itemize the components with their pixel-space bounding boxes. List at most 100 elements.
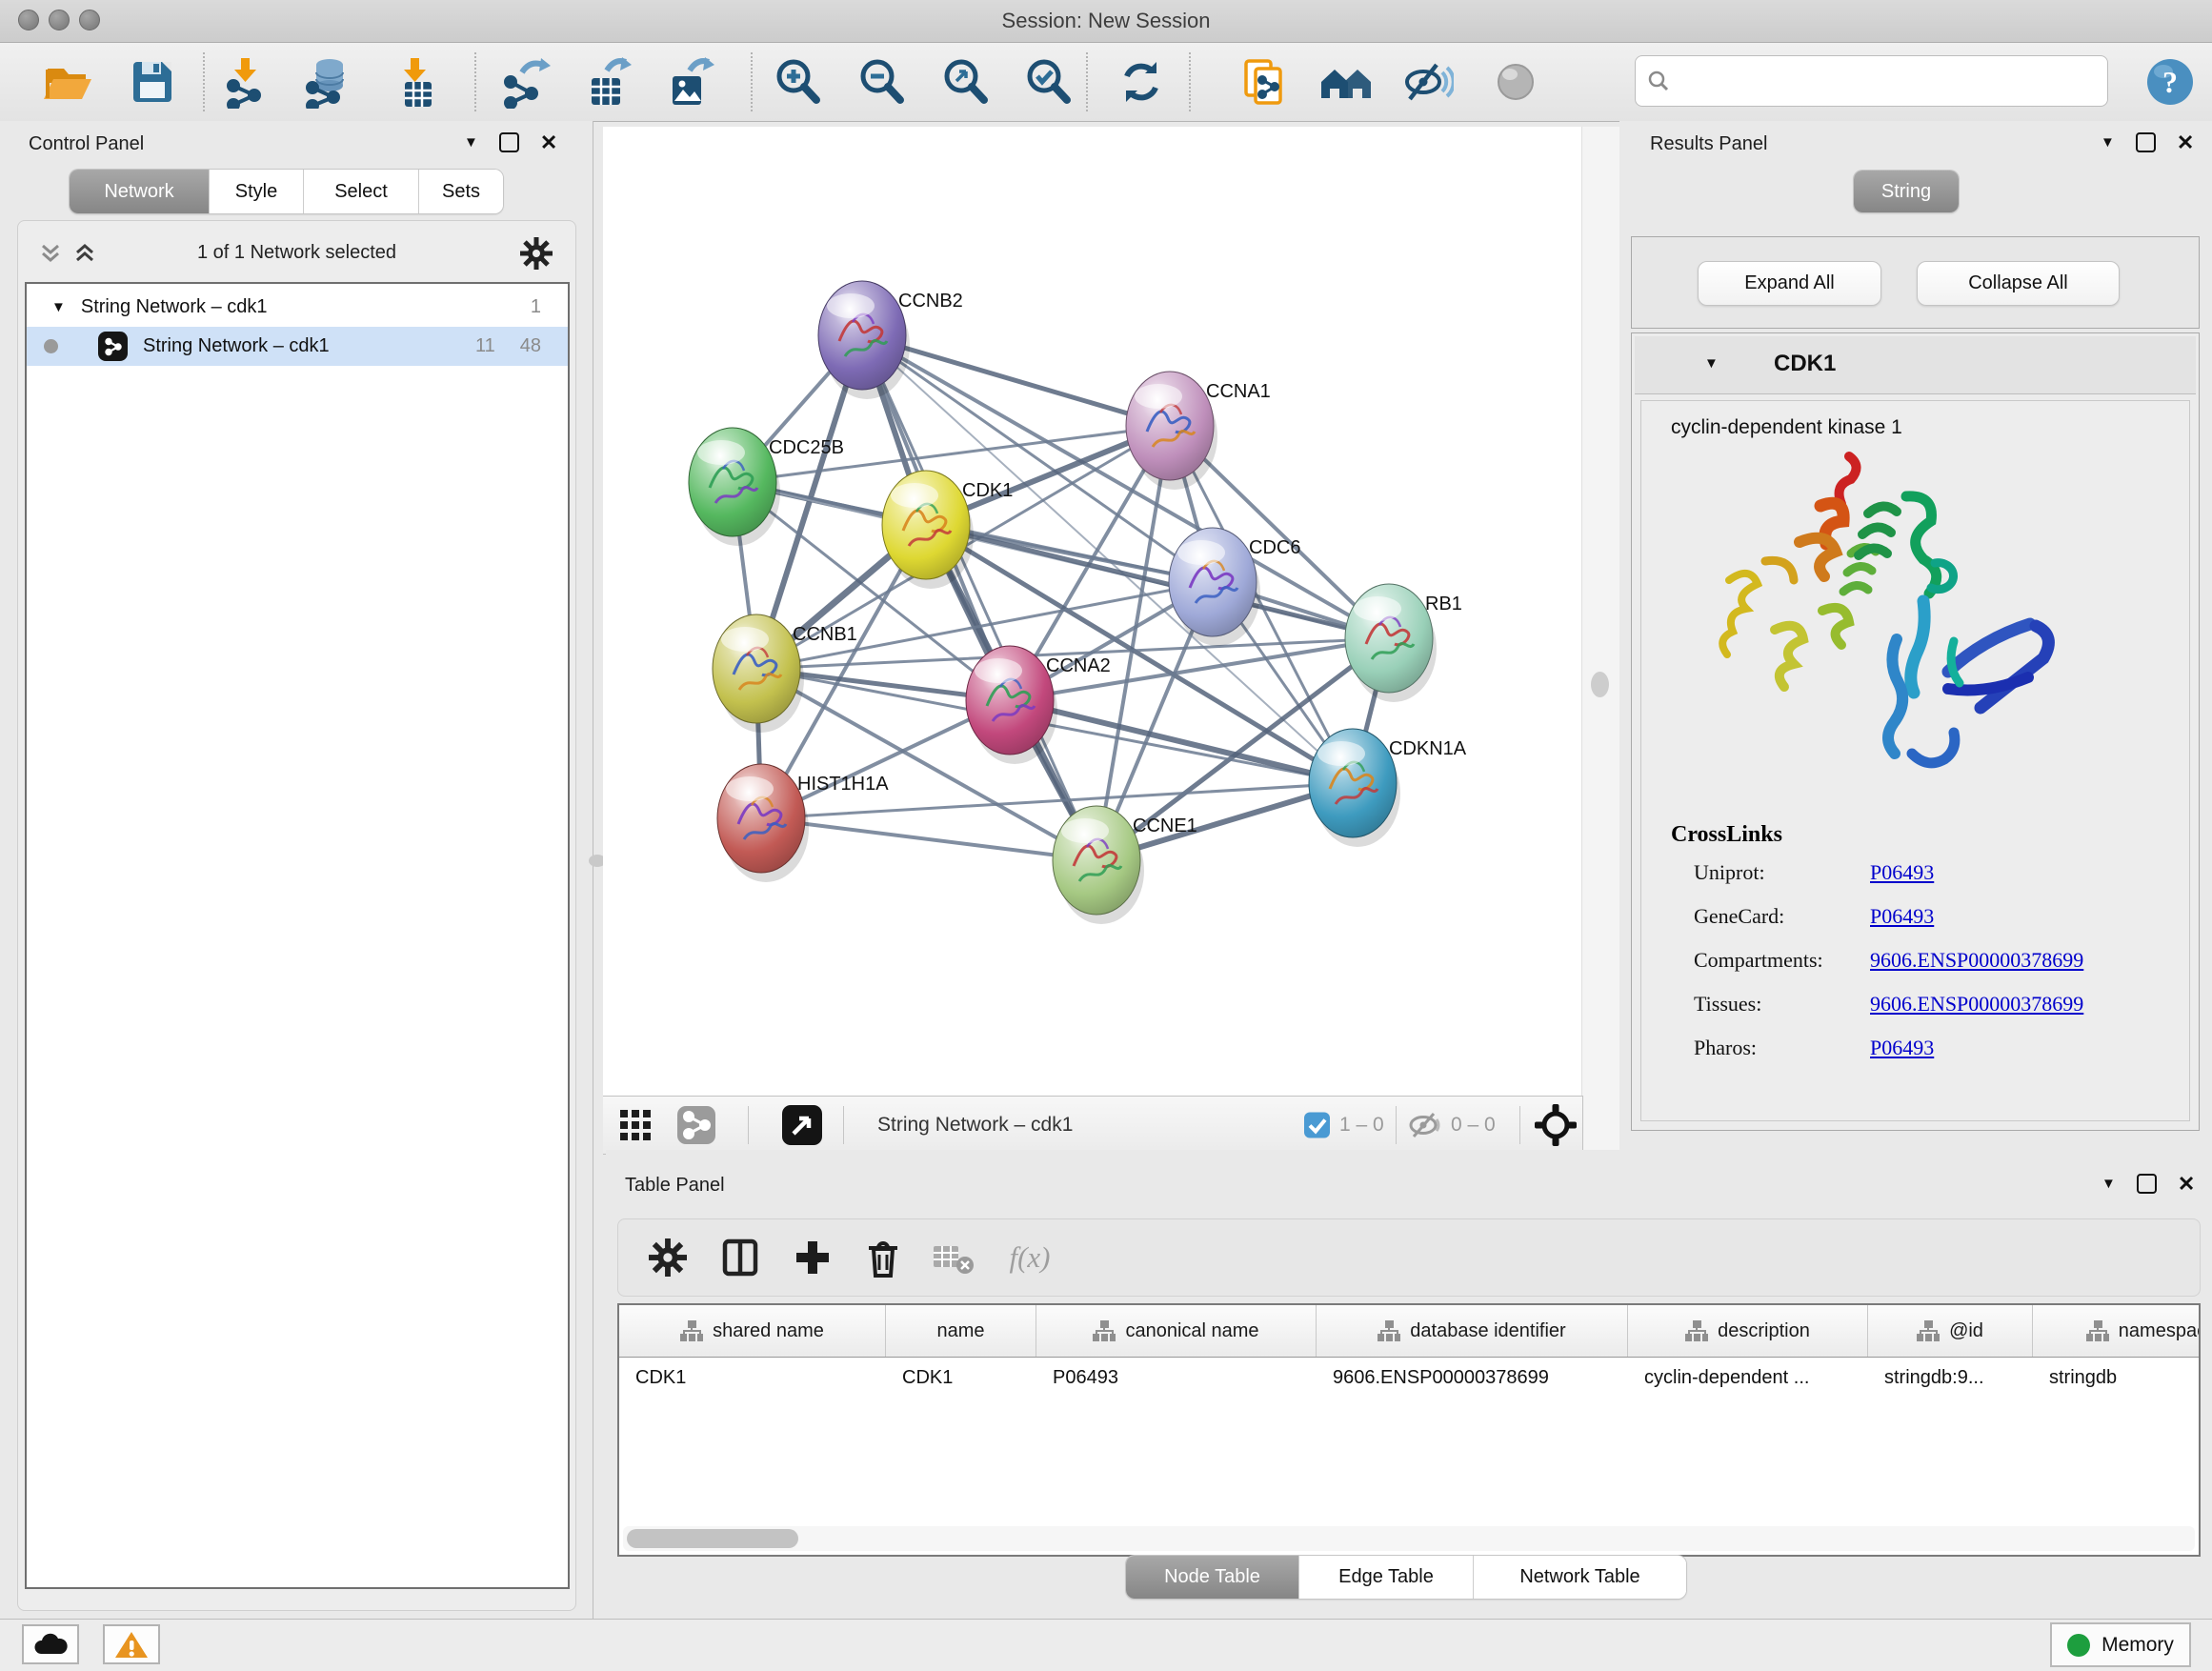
results-panel: Results Panel ▼ ✕ String Expand All Coll… (1619, 121, 2212, 1150)
crosslink-link[interactable]: P06493 (1870, 1036, 1934, 1059)
column-header--id[interactable]: @id (1868, 1305, 2033, 1357)
network-node-ccnb1[interactable] (713, 614, 804, 733)
export-table-icon[interactable] (580, 55, 633, 109)
table-cell[interactable]: CDK1 (619, 1358, 886, 1398)
network-node-cdkn1a[interactable] (1309, 729, 1400, 847)
collection-expand-icon[interactable]: ▼ (51, 299, 66, 315)
section-collapse-icon[interactable]: ▼ (1704, 355, 1719, 372)
network-results-splitter[interactable] (1581, 127, 1619, 1150)
table-horizontal-scrollbar[interactable] (623, 1526, 2195, 1551)
help-icon[interactable]: ? (2144, 56, 2196, 108)
column-header-description[interactable]: description (1628, 1305, 1868, 1357)
crosslink-link[interactable]: 9606.ENSP00000378699 (1870, 948, 2083, 972)
network-edge[interactable] (862, 335, 1096, 860)
network-collection-row[interactable]: ▼ String Network – cdk1 1 (27, 288, 568, 327)
node-section-header[interactable]: ▼ CDK1 (1635, 336, 2196, 394)
export-image-icon[interactable] (661, 55, 714, 109)
panel-float-icon[interactable] (2137, 1174, 2157, 1194)
crosslink-link[interactable]: 9606.ENSP00000378699 (1870, 992, 2083, 1016)
import-network-database-icon[interactable] (301, 55, 354, 109)
network-node-rb1[interactable] (1345, 584, 1437, 702)
crosslink-link[interactable]: P06493 (1870, 904, 1934, 928)
collection-count: 1 (531, 296, 541, 318)
splitter-handle[interactable] (1591, 672, 1609, 697)
network-canvas[interactable]: CCNB2CCNA1CDC25BCDK1CDC6RB1CCNB1CCNA2CDK… (603, 127, 1581, 1096)
network-edge[interactable] (761, 818, 1096, 860)
open-session-icon[interactable] (40, 55, 93, 109)
table-cell[interactable]: CDK1 (886, 1358, 1036, 1398)
tab-network-table[interactable]: Network Table (1474, 1556, 1686, 1599)
network-tab-body: 1 of 1 Network selected ▼ String Network… (17, 220, 576, 1611)
panel-close-icon[interactable]: ✕ (2178, 1176, 2195, 1192)
network-tree: ▼ String Network – cdk1 1 String Network… (25, 282, 570, 1589)
cloud-button[interactable] (22, 1624, 79, 1664)
crosshair-icon[interactable] (1535, 1104, 1577, 1146)
save-session-icon[interactable] (126, 55, 179, 109)
network-node-hist1h1a[interactable] (717, 764, 809, 882)
clone-network-icon[interactable] (1238, 55, 1292, 109)
network-node-ccna1[interactable] (1126, 372, 1217, 490)
tab-network[interactable]: Network (70, 170, 210, 213)
grid-view-icon[interactable] (618, 1108, 653, 1142)
tab-sets[interactable]: Sets (419, 170, 503, 213)
tab-select[interactable]: Select (304, 170, 419, 213)
table-cell[interactable]: stringdb:9... (1868, 1358, 2033, 1398)
zoom-fit-icon[interactable] (938, 55, 992, 109)
export-network-icon[interactable] (499, 55, 553, 109)
search-field[interactable] (1635, 55, 2108, 107)
tab-edge-table[interactable]: Edge Table (1299, 1556, 1474, 1599)
network-node-ccna2[interactable] (966, 646, 1057, 764)
table-cell[interactable]: stringdb (2033, 1358, 2201, 1398)
table-cell[interactable]: 9606.ENSP00000378699 (1317, 1358, 1628, 1398)
hide-eye-icon[interactable] (1400, 55, 1454, 109)
column-header-namespace[interactable]: namespace (2033, 1305, 2201, 1357)
network-node-cdk1[interactable] (882, 471, 974, 589)
network-edge[interactable] (1010, 700, 1353, 783)
show-columns-icon[interactable] (719, 1237, 761, 1278)
table-cell[interactable]: cyclin-dependent ... (1628, 1358, 1868, 1398)
import-network-file-icon[interactable] (220, 55, 273, 109)
crosslink-link[interactable]: P06493 (1870, 860, 1934, 884)
delete-column-icon[interactable] (862, 1236, 904, 1279)
share-view-icon[interactable] (677, 1106, 715, 1144)
network-node-ccne1[interactable] (1053, 806, 1144, 924)
scrollbar-thumb[interactable] (627, 1529, 798, 1548)
column-header-shared-name[interactable]: shared name (619, 1305, 886, 1357)
panel-float-icon[interactable] (499, 132, 519, 152)
import-table-file-icon[interactable] (390, 55, 443, 109)
selected-checkbox-icon[interactable] (1304, 1113, 1330, 1138)
collapse-all-button[interactable]: Collapse All (1917, 261, 2120, 306)
expand-all-button[interactable]: Expand All (1698, 261, 1881, 306)
birdseye-icon[interactable] (782, 1105, 822, 1145)
add-column-icon[interactable] (793, 1238, 833, 1278)
column-header-name[interactable]: name (886, 1305, 1036, 1357)
panel-close-icon[interactable]: ✕ (540, 134, 557, 151)
column-header-canonical-name[interactable]: canonical name (1036, 1305, 1317, 1357)
tab-string[interactable]: String (1854, 171, 1959, 212)
column-header-database-identifier[interactable]: database identifier (1317, 1305, 1628, 1357)
column-header-label: database identifier (1410, 1320, 1565, 1342)
table-cell[interactable]: P06493 (1036, 1358, 1317, 1398)
houses-icon[interactable] (1317, 55, 1375, 109)
memory-button[interactable]: Memory (2050, 1622, 2191, 1667)
panel-menu-icon[interactable]: ▼ (2101, 1176, 2116, 1192)
table-row[interactable]: CDK1CDK1P064939606.ENSP00000378699cyclin… (619, 1358, 2199, 1398)
zoom-out-icon[interactable] (855, 55, 908, 109)
panel-menu-icon[interactable]: ▼ (464, 134, 478, 151)
warning-button[interactable] (103, 1624, 160, 1664)
sphere-icon[interactable] (1489, 55, 1542, 109)
gear-icon[interactable] (520, 237, 553, 270)
tab-node-table[interactable]: Node Table (1126, 1556, 1299, 1599)
panel-close-icon[interactable]: ✕ (2177, 134, 2194, 151)
refresh-view-icon[interactable] (1115, 55, 1168, 109)
network-row[interactable]: String Network – cdk1 11 48 (27, 327, 568, 366)
network-node-ccnb2[interactable] (818, 281, 910, 399)
panel-menu-icon[interactable]: ▼ (2101, 134, 2115, 151)
tab-style[interactable]: Style (210, 170, 304, 213)
table-gear-icon[interactable] (649, 1238, 687, 1277)
delete-table-icon (932, 1238, 975, 1277)
panel-float-icon[interactable] (2136, 132, 2156, 152)
zoom-selected-icon[interactable] (1021, 55, 1075, 109)
zoom-in-icon[interactable] (771, 55, 824, 109)
search-input[interactable] (1678, 70, 2107, 93)
